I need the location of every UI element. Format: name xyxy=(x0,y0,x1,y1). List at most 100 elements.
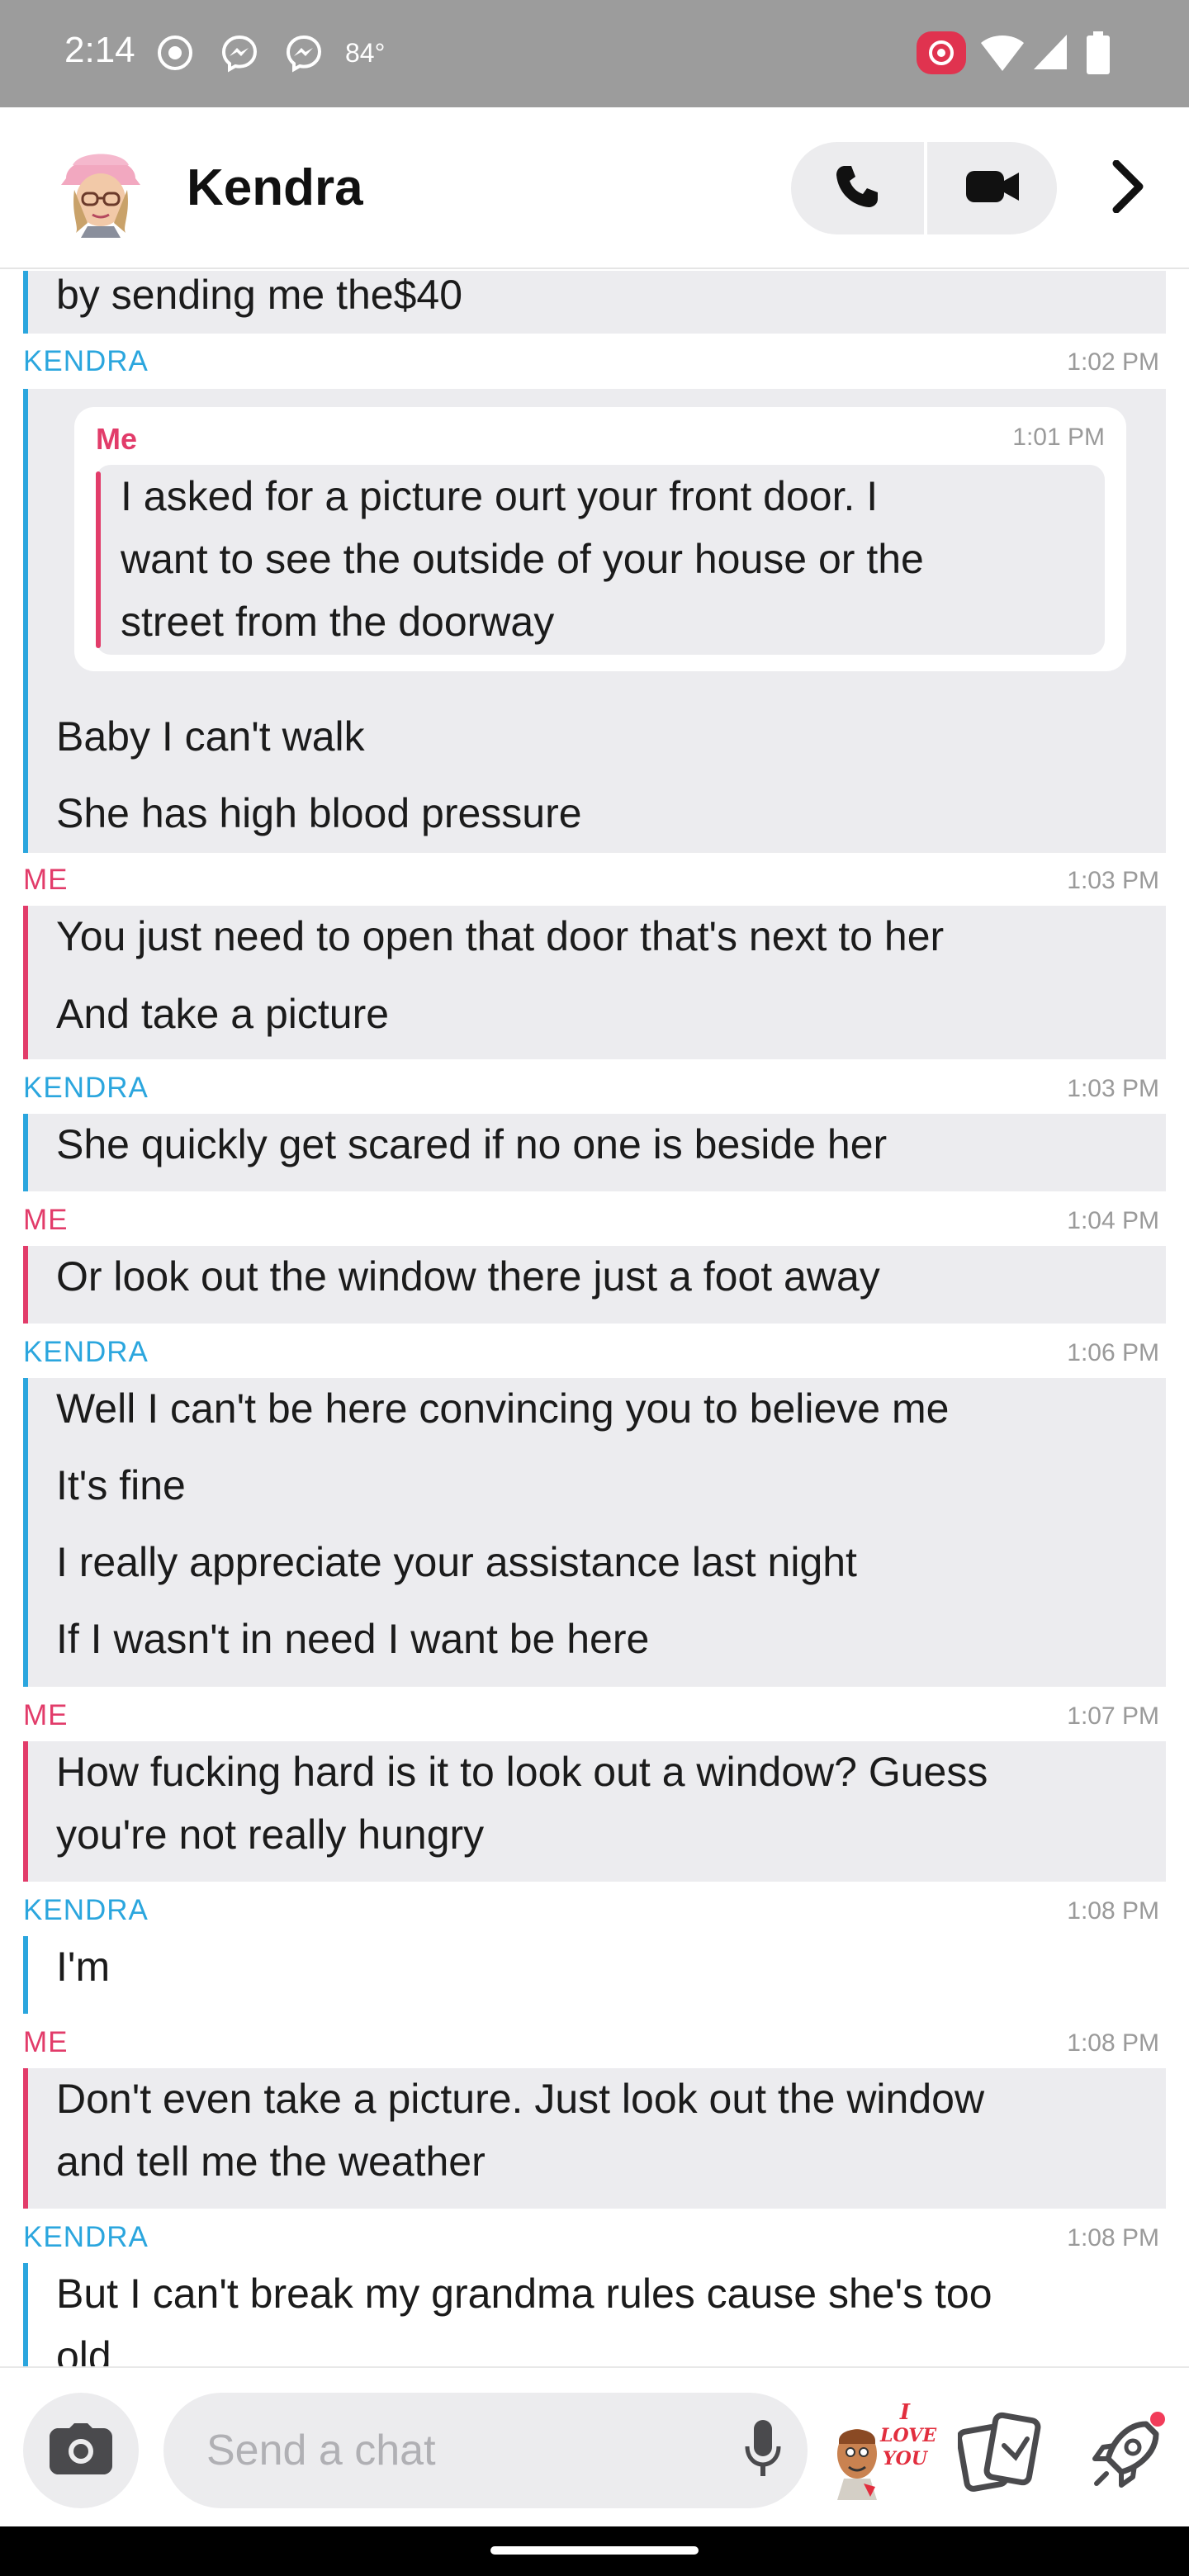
video-call-button[interactable] xyxy=(927,142,1057,234)
message-block: I'm xyxy=(23,1936,1166,2014)
cards-icon xyxy=(956,2412,1041,2492)
cards-button[interactable] xyxy=(956,2411,1044,2493)
quote-sender: Me xyxy=(96,422,138,456)
games-button[interactable] xyxy=(1082,2408,1172,2498)
quote-timestamp: 1:01 PM xyxy=(1012,424,1105,451)
message-text[interactable]: you're not really hungry xyxy=(56,1804,484,1866)
status-bar: 2:14 84° xyxy=(0,0,1189,107)
screen-record-icon xyxy=(155,33,195,73)
message-block: Well I can't be here convincing you to b… xyxy=(23,1378,1166,1687)
quote-box: I asked for a picture ourt your front do… xyxy=(96,465,1105,655)
sender-label: KENDRA xyxy=(23,1894,149,1926)
sender-bar xyxy=(23,2068,28,2209)
sender-label: KENDRA xyxy=(23,2221,149,2253)
sender-bar xyxy=(23,1246,28,1324)
message-timestamp: 1:06 PM xyxy=(1067,1339,1159,1366)
message-block: She quickly get scared if no one is besi… xyxy=(23,1114,1166,1191)
messenger-icon xyxy=(220,33,259,73)
message-block: by sending me the$40 xyxy=(23,271,1166,334)
message-timestamp: 1:03 PM xyxy=(1067,867,1159,894)
wifi-icon xyxy=(979,31,1026,73)
message-text[interactable]: How fucking hard is it to look out a win… xyxy=(56,1741,988,1803)
sender-bar xyxy=(23,906,28,1059)
video-camera-icon xyxy=(964,168,1021,210)
voice-call-button[interactable] xyxy=(791,142,923,234)
message-text[interactable]: It's fine xyxy=(56,1455,186,1517)
message-text[interactable]: I'm xyxy=(56,1936,110,1998)
message-text[interactable]: by sending me the$40 xyxy=(56,271,462,326)
message-timestamp: 1:02 PM xyxy=(1067,348,1159,376)
message-text[interactable]: You just need to open that door that's n… xyxy=(56,906,944,968)
message-block: How fucking hard is it to look out a win… xyxy=(23,1741,1166,1882)
home-gesture-handle[interactable] xyxy=(490,2546,699,2555)
chevron-right-icon xyxy=(1111,159,1144,217)
message-block: Don't even take a picture. Just look out… xyxy=(23,2068,1166,2209)
more-button[interactable] xyxy=(1098,159,1158,218)
battery-icon xyxy=(1087,31,1110,74)
message-timestamp: 1:08 PM xyxy=(1067,2224,1159,2252)
sticker-word: YOU xyxy=(882,2448,928,2469)
message-timestamp: 1:03 PM xyxy=(1067,1075,1159,1102)
system-nav-bar xyxy=(0,2526,1189,2576)
contact-name[interactable]: Kendra xyxy=(187,159,363,217)
message-text[interactable]: But I can't break my grandma rules cause… xyxy=(56,2263,992,2325)
bitmoji-sticker-button[interactable]: I LOVE YOU xyxy=(831,2400,937,2500)
message-text[interactable]: And take a picture xyxy=(56,983,389,1045)
chat-header: Kendra xyxy=(0,107,1189,269)
sender-bar xyxy=(23,1378,28,1687)
chat-message-input[interactable] xyxy=(163,2393,808,2508)
sender-label: ME xyxy=(23,1699,69,1731)
message-text[interactable]: Don't even take a picture. Just look out… xyxy=(56,2068,984,2130)
chat-message-list[interactable]: by sending me the$40 KENDRA 1:02 PM Me 1… xyxy=(0,271,1189,2366)
quote-bar xyxy=(96,471,101,648)
call-buttons-group xyxy=(791,142,1057,234)
quote-text: I asked for a picture ourt your front do… xyxy=(121,473,879,519)
message-timestamp: 1:07 PM xyxy=(1067,1702,1159,1730)
sender-bar xyxy=(23,389,28,853)
message-text[interactable]: Baby I can't walk xyxy=(56,706,365,768)
message-timestamp: 1:04 PM xyxy=(1067,1207,1159,1234)
rocket-icon xyxy=(1092,2412,1165,2488)
messenger-icon xyxy=(284,33,324,73)
sender-label: KENDRA xyxy=(23,1072,149,1104)
message-timestamp: 1:08 PM xyxy=(1067,1897,1159,1925)
message-text[interactable]: She quickly get scared if no one is besi… xyxy=(56,1114,887,1176)
message-text[interactable]: Well I can't be here convincing you to b… xyxy=(56,1378,949,1440)
sender-label: ME xyxy=(23,2026,69,2058)
status-time: 2:14 xyxy=(64,30,135,70)
quote-text: want to see the outside of your house or… xyxy=(121,536,924,582)
sticker-text: I LOVE YOU xyxy=(880,2400,937,2470)
chat-input-bar: I LOVE YOU xyxy=(0,2366,1189,2526)
message-text[interactable]: If I wasn't in need I want be here xyxy=(56,1608,649,1670)
sticker-word: I xyxy=(899,2400,911,2425)
message-timestamp: 1:08 PM xyxy=(1067,2029,1159,2057)
phone-icon xyxy=(833,163,881,215)
sender-label: ME xyxy=(23,1204,69,1236)
camera-icon xyxy=(50,2422,112,2479)
sender-label: KENDRA xyxy=(23,345,149,377)
quote-text: street from the doorway xyxy=(121,599,555,645)
message-text[interactable]: I really appreciate your assistance last… xyxy=(56,1532,857,1593)
signal-icon xyxy=(1032,33,1068,71)
sticker-word: LOVE xyxy=(880,2425,937,2446)
sender-bar xyxy=(23,2263,28,2366)
sender-bar xyxy=(23,271,28,334)
microphone-icon xyxy=(745,2419,781,2484)
voice-note-button[interactable] xyxy=(740,2417,786,2485)
message-block: But I can't break my grandma rules cause… xyxy=(23,2263,1166,2366)
message-block: You just need to open that door that's n… xyxy=(23,906,1166,1059)
sender-bar xyxy=(23,1741,28,1882)
camera-button[interactable] xyxy=(23,2393,139,2508)
sender-label: ME xyxy=(23,864,69,896)
sender-label: KENDRA xyxy=(23,1336,149,1368)
message-text[interactable]: and tell me the weather xyxy=(56,2131,486,2193)
message-text[interactable]: old xyxy=(56,2326,111,2366)
sender-bar xyxy=(23,1114,28,1191)
sender-bar xyxy=(23,1936,28,2014)
status-temperature: 84° xyxy=(345,38,386,68)
quoted-message[interactable]: Me 1:01 PM I asked for a picture ourt yo… xyxy=(74,407,1126,671)
message-text[interactable]: Or look out the window there just a foot… xyxy=(56,1246,880,1308)
avatar[interactable] xyxy=(54,140,147,238)
message-text[interactable]: She has high blood pressure xyxy=(56,783,582,845)
message-block: Or look out the window there just a foot… xyxy=(23,1246,1166,1324)
